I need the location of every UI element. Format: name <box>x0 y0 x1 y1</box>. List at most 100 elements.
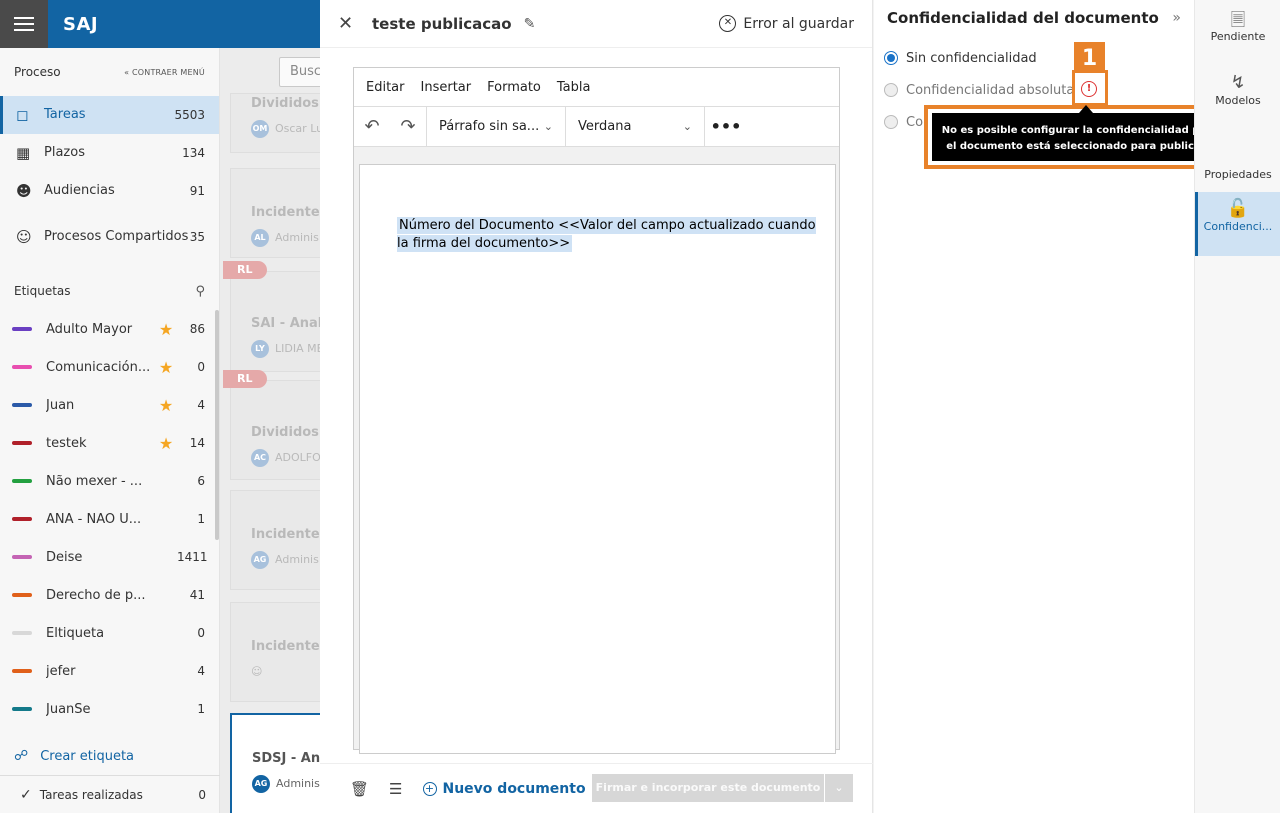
tag-label: Derecho de p... <box>46 587 146 603</box>
tag-label: jefer <box>46 663 76 679</box>
menu-tabla[interactable]: Tabla <box>557 80 591 95</box>
star-icon[interactable]: ★ <box>155 358 177 377</box>
task-title: Incidentes <box>251 527 320 542</box>
completed-tasks[interactable]: ✓ Tareas realizadas 0 <box>0 775 220 813</box>
editor-toolbar: ↶ ↷ Párrafo sin sa... ⌄ Verdana ⌄ ••• <box>354 106 839 147</box>
tag-count: 0 <box>197 360 205 374</box>
tag-item[interactable]: testek ★ 14 <box>0 424 219 462</box>
save-error-label: Error al guardar <box>743 15 854 32</box>
tag-count: 6 <box>197 474 205 488</box>
tag-item[interactable]: ANA - NÃO U... 1 <box>0 500 219 538</box>
tag-count: 1 <box>197 702 205 716</box>
rail-item-modelos[interactable]: ↯ Modelos <box>1195 72 1280 107</box>
nav-item-audiencias[interactable]: ☻ Audiencias 91 <box>0 172 219 210</box>
rail-item-propiedades[interactable]: Propiedades <box>1195 146 1280 181</box>
menu-insertar[interactable]: Insertar <box>421 80 472 95</box>
section-title: Proceso <box>14 65 61 79</box>
unassigned-user-icon: ☺ <box>251 665 263 678</box>
sliders-icon[interactable]: ☰ <box>389 780 402 798</box>
hamburger-menu-icon[interactable] <box>0 0 48 48</box>
search-icon[interactable]: ⚲ <box>195 284 205 299</box>
task-search-input[interactable]: Busc <box>279 57 320 87</box>
new-document-button[interactable]: + Nuevo documento <box>422 781 586 797</box>
document-page[interactable]: Número del Documento <<Valor del campo a… <box>359 164 836 754</box>
option-confidencialidad-absoluta[interactable]: Confidencialidad absoluta <box>874 74 1194 106</box>
task-card[interactable]: Divididos OM Oscar Lu <box>230 93 320 153</box>
redo-icon[interactable]: ↷ <box>390 116 426 137</box>
tag-color-swatch <box>12 327 32 331</box>
option-label: Confidencialidad absoluta <box>906 82 1075 98</box>
sidebar-scrollbar[interactable] <box>215 310 219 540</box>
document-editor: ✕ teste publicacao ✎ ✕ Error al guardar … <box>320 0 873 813</box>
sidebar-header: Proceso « CONTRAER MENÚ <box>0 48 219 96</box>
top-bar: SAJ <box>0 0 320 48</box>
tag-item[interactable]: Derecho de p... 41 <box>0 576 219 614</box>
brand-logo: SAJ <box>63 13 99 35</box>
task-owner: Oscar Lu <box>275 122 320 135</box>
tag-count: 1 <box>197 512 205 526</box>
edit-pencil-icon[interactable]: ✎ <box>524 16 536 32</box>
nav-item-tareas[interactable]: ◻ Tareas 5503 <box>0 96 219 134</box>
task-card[interactable]: SDSJ - Ana AG Adminis <box>230 713 320 813</box>
undo-icon[interactable]: ↶ <box>354 116 390 137</box>
radio-button[interactable] <box>884 115 898 129</box>
nav-item-procesos-compartidos[interactable]: ☺ Procesos Compartidos 35 <box>0 210 219 264</box>
radio-button[interactable] <box>884 51 898 65</box>
star-icon[interactable]: ★ <box>155 320 177 339</box>
star-icon[interactable]: ★ <box>155 434 177 453</box>
option-sin-confidencialidad[interactable]: Sin confidencialidad <box>874 42 1194 74</box>
task-card[interactable]: SAI - Anali LY LIDIA ME <box>230 271 320 372</box>
menu-formato[interactable]: Formato <box>487 80 541 95</box>
radio-button[interactable] <box>884 83 898 97</box>
trash-icon[interactable]: 🗑 <box>350 780 369 798</box>
bookmark-icon: ◻ <box>16 106 29 124</box>
nav-item-plazos[interactable]: ▦ Plazos 134 <box>0 134 219 172</box>
calendar-icon: ▦ <box>16 144 31 162</box>
avatar: LY <box>251 340 269 358</box>
chevron-down-icon[interactable]: ⌄ <box>825 774 853 802</box>
tag-label: Não mexer - ... <box>46 473 143 489</box>
tag-item[interactable]: JuanSe 1 <box>0 690 219 728</box>
task-title: SAI - Anali <box>251 316 320 331</box>
rail-label: Modelos <box>1215 94 1261 107</box>
sign-and-incorporate-button[interactable]: Firmar e incorporar este documento <box>592 774 824 802</box>
tag-label: ANA - NÃO U... <box>46 511 142 527</box>
tag-item[interactable]: Não mexer - ... 6 <box>0 462 219 500</box>
tag-color-swatch <box>12 707 32 711</box>
task-title: Divididos <box>251 425 319 440</box>
task-title: Incidentes <box>251 205 320 220</box>
exclamation-icon[interactable]: ! <box>1081 81 1097 97</box>
menu-editar[interactable]: Editar <box>366 80 405 95</box>
paragraph-style-select[interactable]: Párrafo sin sa... ⌄ <box>427 107 565 147</box>
create-tag-button[interactable]: ☍ Crear etiqueta <box>0 738 219 774</box>
close-icon[interactable]: ✕ <box>338 13 368 34</box>
chevron-down-icon: ⌄ <box>543 120 553 133</box>
assignee-badge: RL <box>223 370 267 388</box>
tag-item[interactable]: Deise 1411 <box>0 538 219 576</box>
nav-label: Procesos Compartidos <box>44 229 189 244</box>
tag-label: Eltiqueta <box>46 625 105 641</box>
tag-item[interactable]: jefer 4 <box>0 652 219 690</box>
more-options-icon[interactable]: ••• <box>705 117 747 136</box>
tag-item[interactable]: Juan ★ 4 <box>0 386 219 424</box>
task-card[interactable]: Incidentes AL Adminis <box>230 168 320 258</box>
tag-item[interactable]: Comunicación... ★ 0 <box>0 348 219 386</box>
task-owner: Adminis <box>275 553 319 566</box>
completed-tasks-label: Tareas realizadas <box>39 787 143 802</box>
star-icon[interactable]: ★ <box>155 396 177 415</box>
tag-color-swatch <box>12 365 32 369</box>
editor-header: ✕ teste publicacao ✎ ✕ Error al guardar <box>320 0 872 48</box>
rail-item-pendiente[interactable]: 🗏 Pendiente <box>1195 8 1280 43</box>
font-family-select[interactable]: Verdana ⌄ <box>566 107 704 147</box>
tag-item[interactable]: Adulto Mayor ★ 86 <box>0 310 219 348</box>
task-title: Divididos <box>251 96 319 111</box>
collapse-menu-button[interactable]: « CONTRAER MENÚ <box>124 68 205 77</box>
task-card[interactable]: Incidentes ☺ <box>230 602 320 702</box>
task-card[interactable]: Divididos AC ADOLFO <box>230 380 320 480</box>
avatar: AC <box>251 449 269 467</box>
task-card[interactable]: Incidentes AG Adminis <box>230 490 320 590</box>
tag-item[interactable]: Eltiqueta 0 <box>0 614 219 652</box>
double-chevron-right-icon[interactable]: » <box>1172 10 1181 26</box>
rail-item-confidencialidad[interactable]: 🔓 Confidenci... <box>1195 192 1280 256</box>
document-body[interactable]: Número del Documento <<Valor del campo a… <box>397 217 817 253</box>
